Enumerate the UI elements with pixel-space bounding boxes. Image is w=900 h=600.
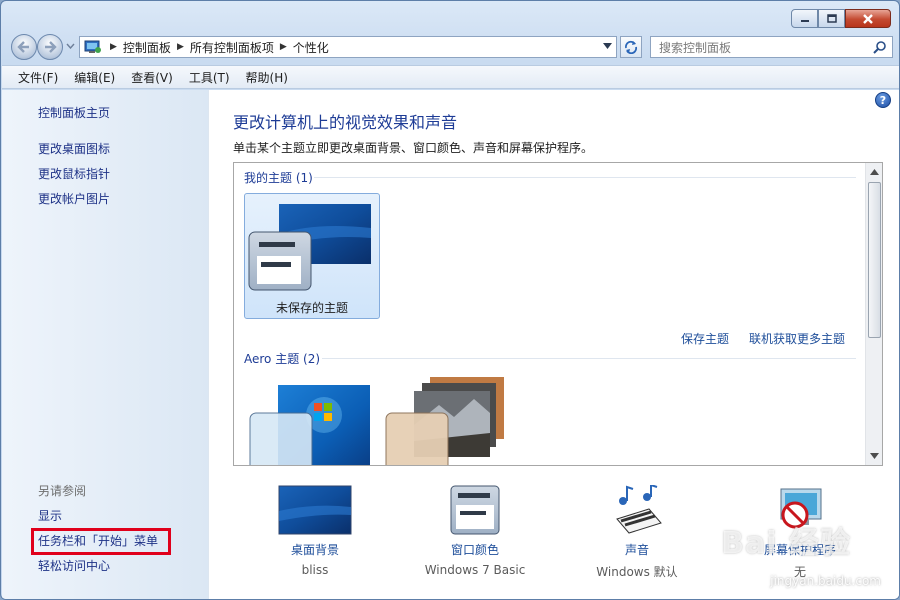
sound-icon [616,485,662,534]
menu-view[interactable]: 查看(V) [123,69,181,86]
theme-preview-image [248,204,371,291]
navigation-bar: ▶ 控制面板 ▶ 所有控制面板项 ▶ 个性化 搜索控制面板 [9,34,893,60]
theme-tile-windows7[interactable] [244,375,380,465]
address-dropdown-icon[interactable] [603,43,612,49]
caption-buttons [791,9,891,28]
windows7-theme-preview [249,385,370,465]
menu-bar: 文件(F) 编辑(E) 查看(V) 工具(T) 帮助(H) [2,65,899,89]
maximize-button[interactable] [818,9,845,28]
help-icon[interactable]: ? [875,92,891,108]
sound-value: Windows 默认 [596,565,678,579]
chevron-right-icon[interactable]: ▶ [278,42,289,52]
group-header-aero-themes[interactable]: Aero 主题 (2) [244,350,320,367]
scroll-down-icon[interactable] [870,453,879,459]
theme-list: 我的主题 (1) 未保存的主题 保存主题 联机获取更多主题 Aero 主题 (2… [233,162,883,466]
close-icon [863,13,873,24]
sidebar-link-display[interactable]: 显示 [38,507,62,524]
window-color-label[interactable]: 窗口颜色 [410,541,540,558]
see-also-heading: 另请参阅 [38,484,87,498]
sidebar: 控制面板主页 更改桌面图标 更改鼠标指针 更改帐户图片 另请参阅 显示 任务栏和… [2,90,209,599]
sidebar-link-control-panel-home[interactable]: 控制面板主页 [38,104,110,121]
scrollbar-thumb[interactable] [868,182,881,338]
sidebar-link-account-picture[interactable]: 更改帐户图片 [38,190,110,207]
group-header-my-themes[interactable]: 我的主题 (1) [244,169,313,186]
content-area: 控制面板主页 更改桌面图标 更改鼠标指针 更改帐户图片 另请参阅 显示 任务栏和… [2,90,899,599]
scroll-up-icon[interactable] [870,169,879,175]
menu-help[interactable]: 帮助(H) [238,69,296,86]
recent-pages-dropdown-icon[interactable] [66,43,75,49]
refresh-button[interactable] [620,36,642,58]
chevron-right-icon[interactable]: ▶ [175,42,186,52]
baidu-watermark-logo: Bai 经验 [721,526,851,561]
maximize-icon [826,14,837,23]
desktop-background-value: bliss [301,563,329,577]
desktop-background-icon [278,485,352,535]
breadcrumb-all-items[interactable]: 所有控制面板项 [186,39,278,56]
search-placeholder: 搜索控制面板 [659,40,732,55]
sound-label[interactable]: 声音 [572,541,702,558]
minimize-icon [800,19,809,22]
search-icon[interactable] [873,40,887,54]
theme-tile-unsaved[interactable]: 未保存的主题 [244,193,380,319]
breadcrumb-control-panel[interactable]: 控制面板 [119,39,175,56]
page-description: 单击某个主题立即更改桌面背景、窗口颜色、声音和屏幕保护程序。 [233,141,594,155]
control-panel-icon [84,40,101,53]
save-theme-link[interactable]: 保存主题 [681,330,729,347]
search-input[interactable]: 搜索控制面板 [650,36,893,58]
desktop-background-label[interactable]: 桌面背景 [250,541,380,558]
arrow-right-icon [45,41,57,53]
window-color-value: Windows 7 Basic [424,563,526,577]
sidebar-link-ease-of-access[interactable]: 轻松访问中心 [38,557,110,574]
chevron-right-icon[interactable]: ▶ [108,42,119,52]
group-divider [314,177,856,178]
window-color-icon [450,485,500,535]
theme-name-unsaved: 未保存的主题 [275,301,348,315]
theme-tile-landscapes[interactable] [384,375,520,465]
personalization-window: ▶ 控制面板 ▶ 所有控制面板项 ▶ 个性化 搜索控制面板 文件(F) 编辑(E… [0,0,900,600]
baidu-watermark-url: jingyan.baidu.com [770,574,881,588]
menu-tools[interactable]: 工具(T) [181,69,238,86]
sidebar-link-desktop-icons[interactable]: 更改桌面图标 [38,140,110,157]
page-title: 更改计算机上的视觉效果和声音 [233,113,458,132]
get-more-themes-link[interactable]: 联机获取更多主题 [749,330,845,347]
close-button[interactable] [845,9,891,28]
annotation-highlight-box [31,528,171,555]
menu-edit[interactable]: 编辑(E) [66,69,123,86]
main-pane: ? 更改计算机上的视觉效果和声音 单击某个主题立即更改桌面背景、窗口颜色、声音和… [210,90,899,599]
breadcrumb-personalization[interactable]: 个性化 [289,39,333,56]
minimize-button[interactable] [791,9,818,28]
landscape-theme-preview [385,377,504,465]
menu-file[interactable]: 文件(F) [10,69,66,86]
arrow-left-icon [17,41,29,53]
sidebar-link-mouse-pointers[interactable]: 更改鼠标指针 [38,165,110,182]
group-divider [322,358,856,359]
forward-button[interactable] [37,34,63,60]
theme-list-scrollbar[interactable] [865,163,882,465]
refresh-icon [624,40,638,54]
address-bar[interactable]: ▶ 控制面板 ▶ 所有控制面板项 ▶ 个性化 [79,36,617,58]
back-button[interactable] [11,34,37,60]
